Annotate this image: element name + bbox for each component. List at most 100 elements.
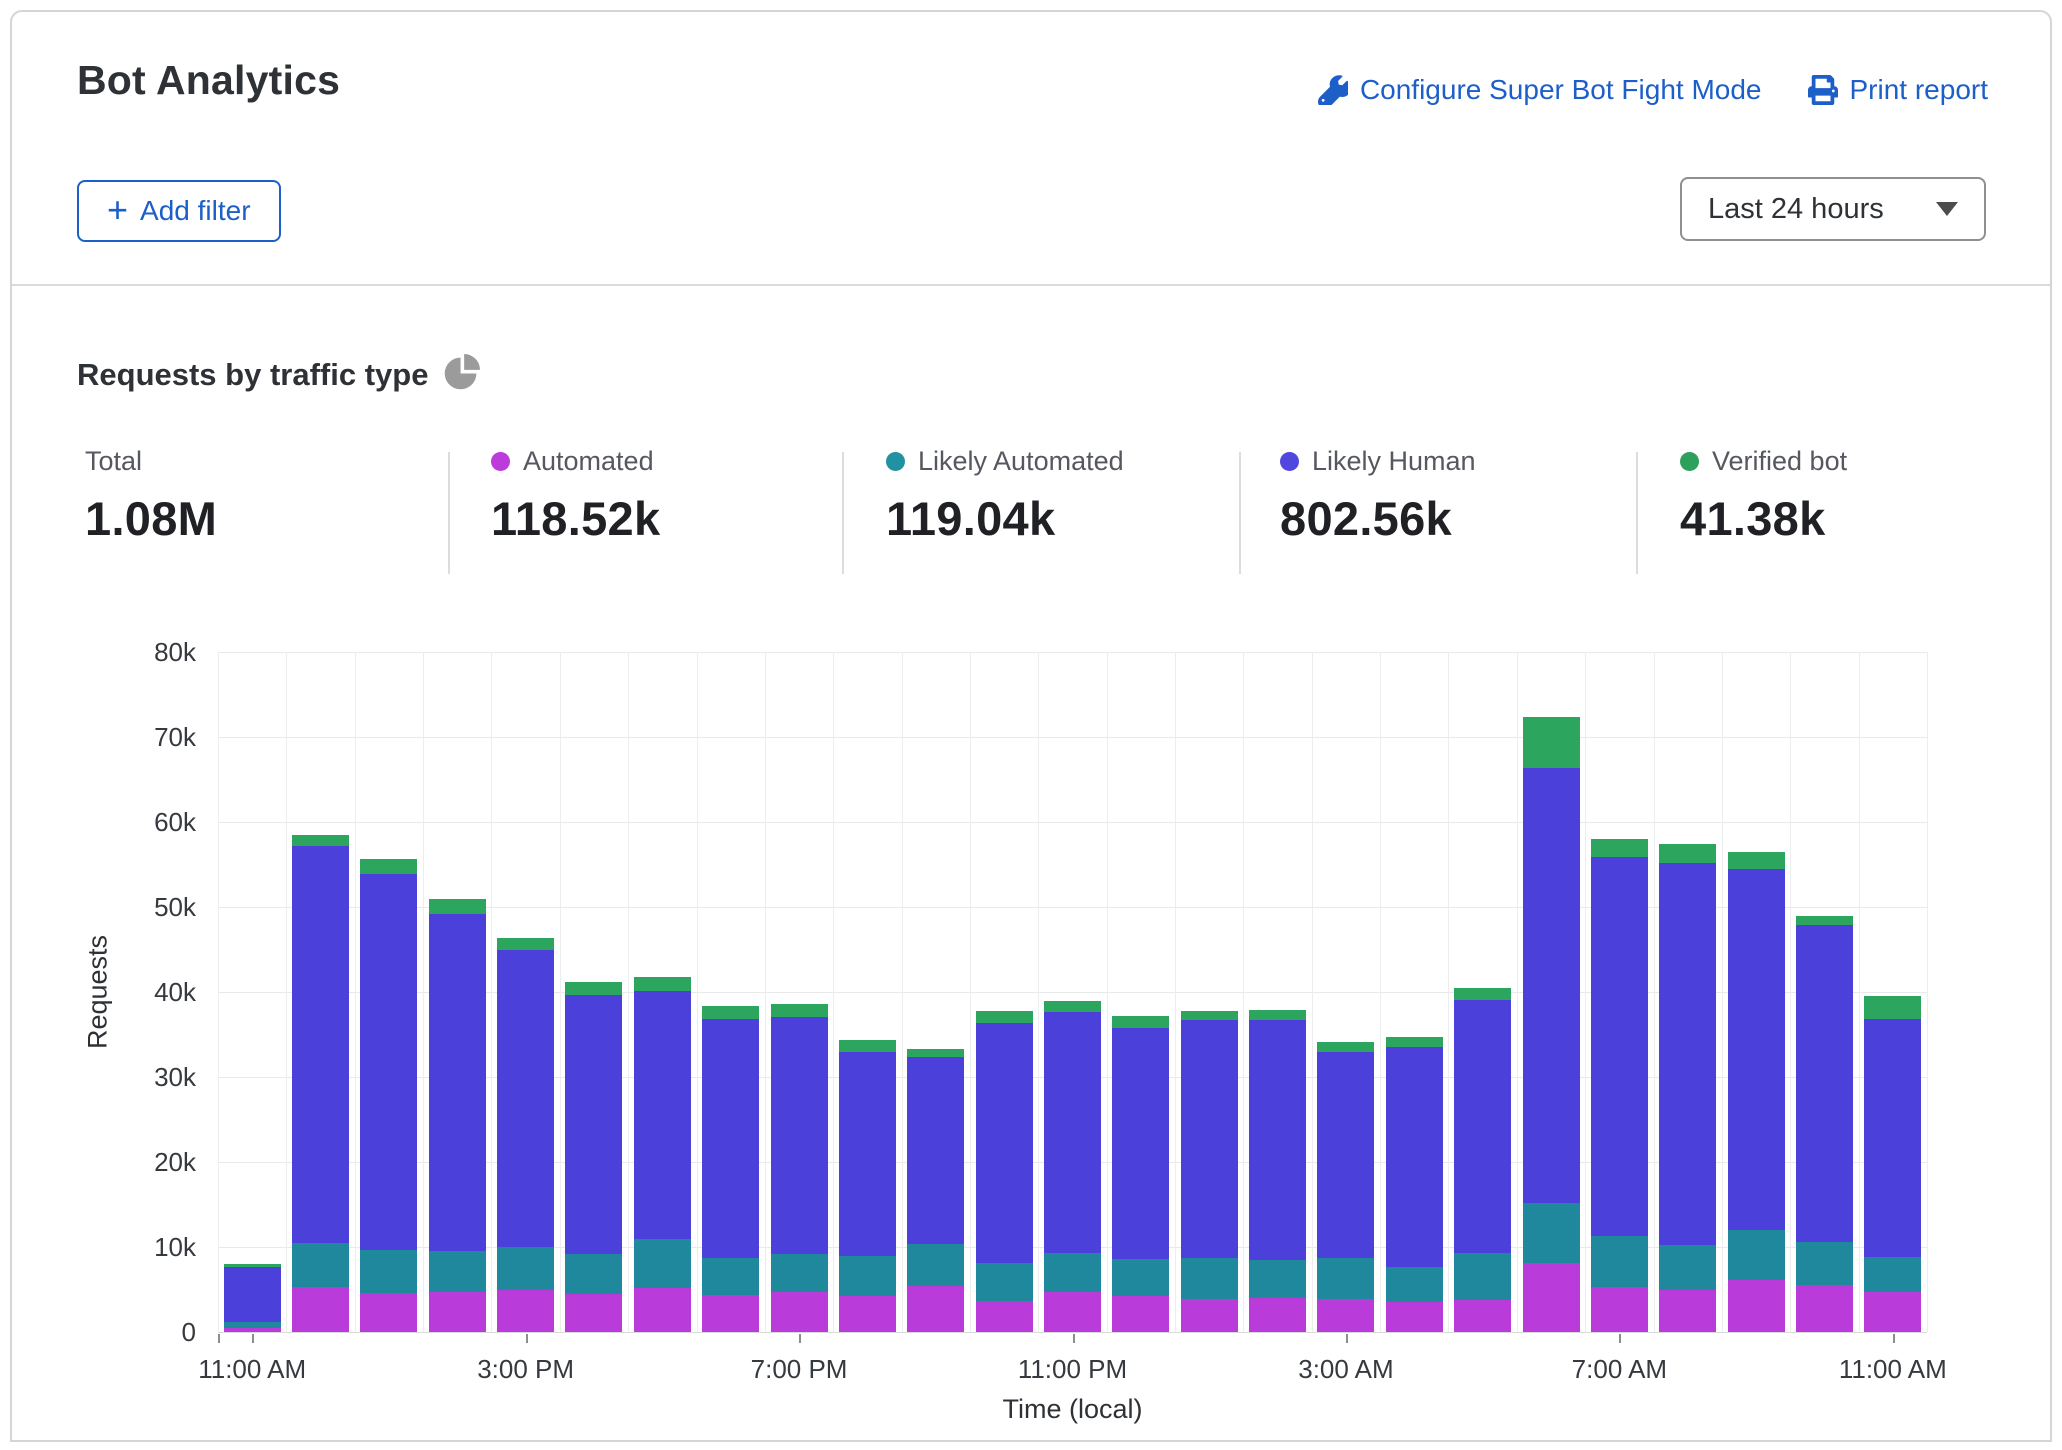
bar-segment-automated[interactable]: [565, 1294, 622, 1332]
bar-segment-verified-bot[interactable]: [1249, 1010, 1306, 1020]
bar-segment-verified-bot[interactable]: [907, 1049, 964, 1057]
bar-segment-verified-bot[interactable]: [1591, 839, 1648, 857]
bar-segment-automated[interactable]: [1386, 1302, 1443, 1332]
bar-segment-likely-human[interactable]: [1591, 857, 1648, 1236]
bar-segment-verified-bot[interactable]: [1728, 852, 1785, 869]
bar-segment-verified-bot[interactable]: [292, 835, 349, 846]
bar-segment-likely-automated[interactable]: [1728, 1230, 1785, 1280]
bar-segment-automated[interactable]: [907, 1286, 964, 1332]
bar-segment-verified-bot[interactable]: [634, 977, 691, 991]
bar-segment-likely-automated[interactable]: [565, 1254, 622, 1294]
bar-segment-automated[interactable]: [1454, 1300, 1511, 1332]
bar-segment-likely-human[interactable]: [1386, 1047, 1443, 1267]
bar-segment-automated[interactable]: [497, 1290, 554, 1333]
bar-segment-verified-bot[interactable]: [1317, 1042, 1374, 1052]
bar-segment-automated[interactable]: [1523, 1263, 1580, 1332]
bar-segment-verified-bot[interactable]: [771, 1004, 828, 1017]
bar-segment-automated[interactable]: [1317, 1299, 1374, 1332]
bar-segment-likely-human[interactable]: [429, 914, 486, 1251]
bar-segment-likely-human[interactable]: [1728, 869, 1785, 1230]
bar-segment-verified-bot[interactable]: [1796, 916, 1853, 925]
bar-segment-likely-automated[interactable]: [1181, 1258, 1238, 1299]
bar-segment-likely-human[interactable]: [497, 950, 554, 1247]
bar-segment-likely-human[interactable]: [1796, 925, 1853, 1242]
bar-segment-verified-bot[interactable]: [1112, 1016, 1169, 1028]
bar-segment-likely-automated[interactable]: [1249, 1260, 1306, 1298]
bar-segment-likely-automated[interactable]: [907, 1244, 964, 1286]
bar-segment-likely-automated[interactable]: [976, 1263, 1033, 1301]
bar-segment-automated[interactable]: [224, 1328, 281, 1332]
bar-segment-likely-automated[interactable]: [1112, 1259, 1169, 1296]
bar-segment-automated[interactable]: [1728, 1280, 1785, 1332]
bar-segment-verified-bot[interactable]: [1181, 1011, 1238, 1020]
bar-segment-automated[interactable]: [1181, 1299, 1238, 1332]
bar-segment-likely-automated[interactable]: [1386, 1267, 1443, 1302]
bar-segment-automated[interactable]: [1864, 1292, 1921, 1332]
bar-segment-likely-automated[interactable]: [1454, 1253, 1511, 1300]
bar-segment-automated[interactable]: [292, 1287, 349, 1332]
bar-segment-verified-bot[interactable]: [1386, 1037, 1443, 1047]
bar-segment-likely-automated[interactable]: [1523, 1203, 1580, 1263]
bar-segment-likely-automated[interactable]: [224, 1322, 281, 1328]
bar-segment-likely-automated[interactable]: [771, 1254, 828, 1292]
bar-segment-likely-human[interactable]: [1317, 1052, 1374, 1258]
bar-segment-verified-bot[interactable]: [1523, 717, 1580, 768]
bar-segment-verified-bot[interactable]: [1454, 988, 1511, 1000]
bar-segment-likely-automated[interactable]: [1659, 1245, 1716, 1290]
bar-segment-likely-automated[interactable]: [1044, 1253, 1101, 1292]
bar-segment-likely-human[interactable]: [1181, 1020, 1238, 1258]
bar-segment-verified-bot[interactable]: [429, 899, 486, 914]
bar-segment-likely-human[interactable]: [702, 1019, 759, 1258]
bar-segment-verified-bot[interactable]: [1044, 1001, 1101, 1011]
bar-segment-likely-human[interactable]: [907, 1057, 964, 1245]
bar-segment-automated[interactable]: [771, 1292, 828, 1332]
bar-segment-likely-automated[interactable]: [1317, 1258, 1374, 1299]
bar-segment-likely-human[interactable]: [839, 1052, 896, 1256]
bar-segment-likely-automated[interactable]: [1796, 1242, 1853, 1285]
bar-segment-automated[interactable]: [1044, 1292, 1101, 1332]
bar-segment-likely-automated[interactable]: [702, 1258, 759, 1295]
bar-segment-automated[interactable]: [1112, 1296, 1169, 1332]
bar-segment-likely-automated[interactable]: [292, 1243, 349, 1287]
bar-segment-likely-human[interactable]: [1864, 1019, 1921, 1257]
bar-segment-likely-human[interactable]: [1112, 1028, 1169, 1259]
bar-segment-likely-automated[interactable]: [360, 1250, 417, 1293]
bar-segment-likely-automated[interactable]: [634, 1239, 691, 1287]
bar-segment-automated[interactable]: [360, 1293, 417, 1332]
bar-segment-likely-automated[interactable]: [1591, 1236, 1648, 1287]
bar-segment-likely-human[interactable]: [634, 991, 691, 1239]
bar-segment-automated[interactable]: [1249, 1298, 1306, 1332]
bar-segment-likely-human[interactable]: [1044, 1012, 1101, 1253]
bar-segment-likely-human[interactable]: [292, 846, 349, 1243]
bar-segment-automated[interactable]: [634, 1288, 691, 1332]
bar-segment-verified-bot[interactable]: [565, 982, 622, 996]
bar-segment-likely-human[interactable]: [771, 1017, 828, 1254]
bar-segment-likely-human[interactable]: [360, 874, 417, 1251]
bar-segment-verified-bot[interactable]: [839, 1040, 896, 1052]
bar-segment-likely-automated[interactable]: [839, 1256, 896, 1296]
bar-segment-automated[interactable]: [839, 1296, 896, 1332]
bar-segment-likely-human[interactable]: [976, 1023, 1033, 1263]
bar-segment-automated[interactable]: [1796, 1285, 1853, 1332]
bar-segment-likely-human[interactable]: [1249, 1020, 1306, 1260]
bar-segment-verified-bot[interactable]: [360, 859, 417, 874]
bar-segment-likely-automated[interactable]: [1864, 1257, 1921, 1292]
bar-segment-verified-bot[interactable]: [224, 1264, 281, 1267]
bar-segment-automated[interactable]: [1659, 1290, 1716, 1332]
bar-segment-automated[interactable]: [429, 1292, 486, 1332]
bar-segment-automated[interactable]: [702, 1295, 759, 1332]
bar-segment-verified-bot[interactable]: [1659, 844, 1716, 863]
bar-segment-verified-bot[interactable]: [976, 1011, 1033, 1024]
bar-segment-likely-human[interactable]: [1523, 768, 1580, 1203]
bar-segment-verified-bot[interactable]: [702, 1006, 759, 1019]
bar-segment-likely-automated[interactable]: [429, 1251, 486, 1292]
bar-segment-automated[interactable]: [976, 1301, 1033, 1332]
bar-segment-likely-human[interactable]: [565, 995, 622, 1253]
bar-segment-verified-bot[interactable]: [1864, 996, 1921, 1019]
bar-segment-verified-bot[interactable]: [497, 938, 554, 950]
bar-segment-likely-human[interactable]: [1659, 863, 1716, 1246]
bar-segment-likely-human[interactable]: [1454, 1000, 1511, 1253]
bar-segment-likely-automated[interactable]: [497, 1247, 554, 1290]
bar-segment-automated[interactable]: [1591, 1287, 1648, 1332]
bar-segment-likely-human[interactable]: [224, 1267, 281, 1322]
